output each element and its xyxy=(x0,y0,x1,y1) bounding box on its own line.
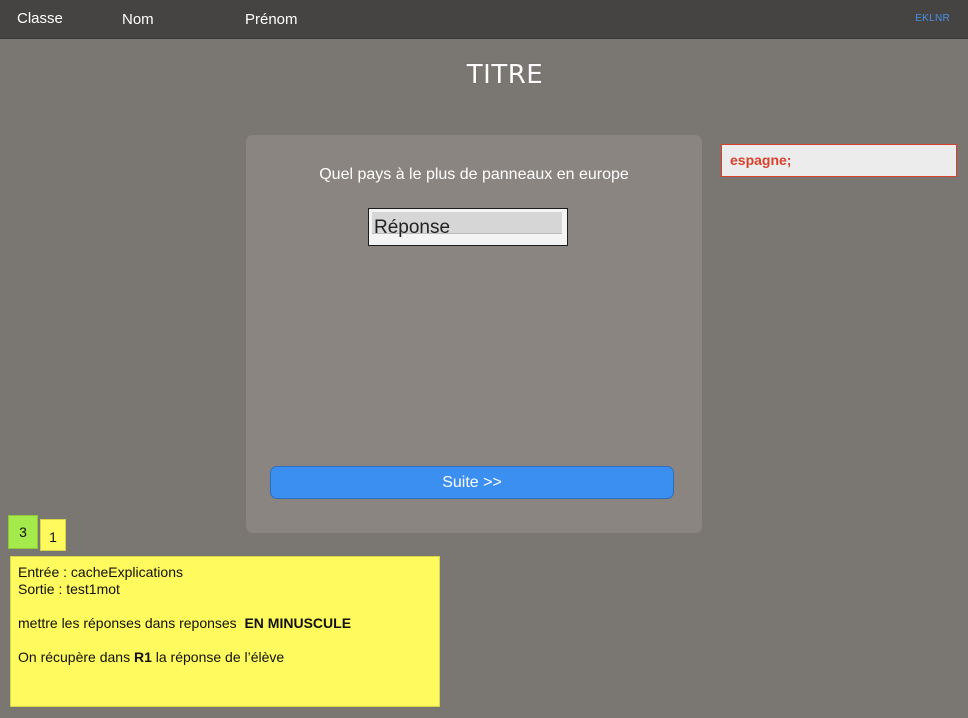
yellow-badge: 1 xyxy=(40,519,66,551)
green-badge: 3 xyxy=(8,515,38,549)
classe-label: Classe xyxy=(17,10,63,27)
note-line-input: Entrée : cacheExplications xyxy=(18,564,183,580)
note-lowercase-text: mettre les réponses dans reponses xyxy=(18,615,245,631)
expected-answer-tag: espagne; xyxy=(721,144,957,177)
note-r1-prefix: On récupère dans xyxy=(18,649,134,665)
note-line-r1: On récupère dans R1 la réponse de l’élèv… xyxy=(18,649,432,666)
question-text: Quel pays à le plus de panneaux en europ… xyxy=(319,166,629,183)
page-title: TITRE xyxy=(466,60,544,90)
answer-input[interactable] xyxy=(374,215,560,241)
note-spacer xyxy=(18,598,432,615)
teacher-note: Entrée : cacheExplications Sortie : test… xyxy=(10,556,440,707)
answer-field[interactable] xyxy=(368,208,568,246)
prenom-label: Prénom xyxy=(245,11,298,28)
session-code: EKLNR xyxy=(915,13,950,24)
note-lowercase-emphasis: EN MINUSCULE xyxy=(244,615,352,631)
question-card: Quel pays à le plus de panneaux en europ… xyxy=(246,135,702,533)
top-bar: Classe Nom Prénom EKLNR xyxy=(0,0,968,39)
note-spacer xyxy=(18,632,432,649)
suite-button[interactable]: Suite >> xyxy=(270,466,674,499)
note-r1-suffix: la réponse de l’élève xyxy=(151,649,285,665)
note-line-lowercase: mettre les réponses dans reponses EN MIN… xyxy=(18,615,432,632)
note-line-output: Sortie : test1mot xyxy=(18,581,120,597)
nom-label: Nom xyxy=(122,11,154,28)
note-r1-emphasis: R1 xyxy=(133,649,152,665)
